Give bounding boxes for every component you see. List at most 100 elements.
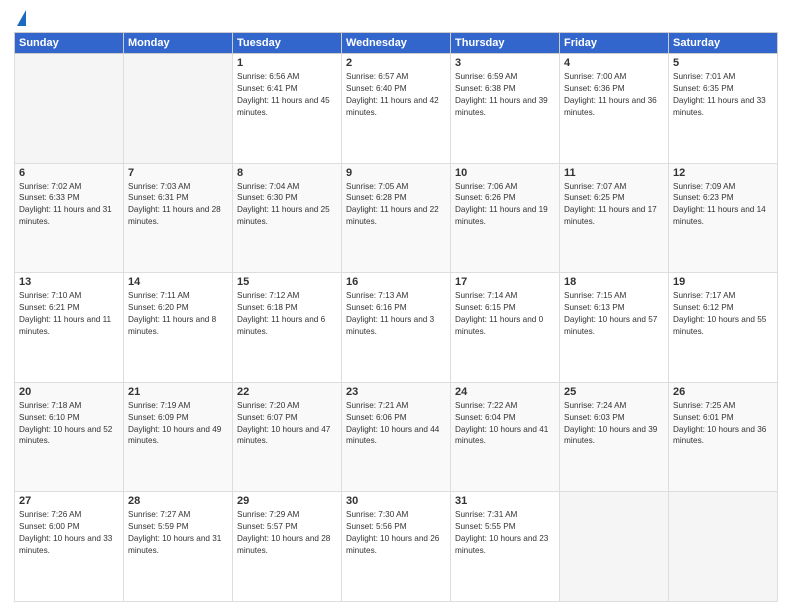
- calendar-cell: 2 Sunrise: 6:57 AMSunset: 6:40 PMDaylight…: [342, 54, 451, 164]
- calendar-cell: 20 Sunrise: 7:18 AMSunset: 6:10 PMDayligh…: [15, 382, 124, 492]
- day-info: Sunrise: 6:59 AMSunset: 6:38 PMDaylight:…: [455, 71, 555, 119]
- calendar-header-row: SundayMondayTuesdayWednesdayThursdayFrid…: [15, 33, 778, 54]
- day-info: Sunrise: 7:06 AMSunset: 6:26 PMDaylight:…: [455, 181, 555, 229]
- calendar-cell: 11 Sunrise: 7:07 AMSunset: 6:25 PMDayligh…: [560, 163, 669, 273]
- day-number: 15: [237, 276, 337, 288]
- week-row: 6 Sunrise: 7:02 AMSunset: 6:33 PMDaylight…: [15, 163, 778, 273]
- calendar-cell: 28 Sunrise: 7:27 AMSunset: 5:59 PMDayligh…: [124, 492, 233, 602]
- header: [14, 10, 778, 24]
- day-info: Sunrise: 7:20 AMSunset: 6:07 PMDaylight:…: [237, 400, 337, 448]
- calendar-cell: 23 Sunrise: 7:21 AMSunset: 6:06 PMDayligh…: [342, 382, 451, 492]
- logo: [14, 10, 26, 24]
- calendar-cell: 17Sunrise: 7:14 AMSunset: 6:15 PMDayligh…: [451, 273, 560, 383]
- day-number: 8: [237, 167, 337, 179]
- day-of-week-header: Saturday: [669, 33, 778, 54]
- week-row: 20 Sunrise: 7:18 AMSunset: 6:10 PMDayligh…: [15, 382, 778, 492]
- calendar-cell: 1 Sunrise: 6:56 AMSunset: 6:41 PMDaylight…: [233, 54, 342, 164]
- day-info: Sunrise: 7:07 AMSunset: 6:25 PMDaylight:…: [564, 181, 664, 229]
- calendar-cell: 12 Sunrise: 7:09 AMSunset: 6:23 PMDayligh…: [669, 163, 778, 273]
- day-number: 30: [346, 495, 446, 507]
- day-info: Sunrise: 7:31 AMSunset: 5:55 PMDaylight:…: [455, 509, 555, 557]
- calendar-cell: [669, 492, 778, 602]
- day-info: Sunrise: 7:13 AMSunset: 6:16 PMDaylight:…: [346, 290, 446, 338]
- day-info: Sunrise: 7:26 AMSunset: 6:00 PMDaylight:…: [19, 509, 119, 557]
- week-row: 1 Sunrise: 6:56 AMSunset: 6:41 PMDaylight…: [15, 54, 778, 164]
- day-number: 19: [673, 276, 773, 288]
- calendar-cell: 29 Sunrise: 7:29 AMSunset: 5:57 PMDayligh…: [233, 492, 342, 602]
- day-info: Sunrise: 7:24 AMSunset: 6:03 PMDaylight:…: [564, 400, 664, 448]
- calendar-cell: 22 Sunrise: 7:20 AMSunset: 6:07 PMDayligh…: [233, 382, 342, 492]
- day-info: Sunrise: 7:03 AMSunset: 6:31 PMDaylight:…: [128, 181, 228, 229]
- calendar-cell: 9 Sunrise: 7:05 AMSunset: 6:28 PMDaylight…: [342, 163, 451, 273]
- day-info: Sunrise: 7:29 AMSunset: 5:57 PMDaylight:…: [237, 509, 337, 557]
- day-of-week-header: Sunday: [15, 33, 124, 54]
- logo-triangle-icon: [17, 10, 26, 26]
- day-number: 24: [455, 386, 555, 398]
- day-info: Sunrise: 7:27 AMSunset: 5:59 PMDaylight:…: [128, 509, 228, 557]
- day-number: 13: [19, 276, 119, 288]
- day-number: 25: [564, 386, 664, 398]
- day-info: Sunrise: 7:11 AMSunset: 6:20 PMDaylight:…: [128, 290, 228, 338]
- day-info: Sunrise: 7:09 AMSunset: 6:23 PMDaylight:…: [673, 181, 773, 229]
- day-info: Sunrise: 7:22 AMSunset: 6:04 PMDaylight:…: [455, 400, 555, 448]
- calendar-cell: 24 Sunrise: 7:22 AMSunset: 6:04 PMDayligh…: [451, 382, 560, 492]
- day-info: Sunrise: 7:04 AMSunset: 6:30 PMDaylight:…: [237, 181, 337, 229]
- day-of-week-header: Tuesday: [233, 33, 342, 54]
- calendar-cell: 5Sunrise: 7:01 AMSunset: 6:35 PMDaylight…: [669, 54, 778, 164]
- day-number: 14: [128, 276, 228, 288]
- calendar-table: SundayMondayTuesdayWednesdayThursdayFrid…: [14, 32, 778, 602]
- day-info: Sunrise: 7:02 AMSunset: 6:33 PMDaylight:…: [19, 181, 119, 229]
- calendar-cell: 3 Sunrise: 6:59 AMSunset: 6:38 PMDaylight…: [451, 54, 560, 164]
- day-info: Sunrise: 6:57 AMSunset: 6:40 PMDaylight:…: [346, 71, 446, 119]
- day-number: 11: [564, 167, 664, 179]
- day-info: Sunrise: 7:05 AMSunset: 6:28 PMDaylight:…: [346, 181, 446, 229]
- day-info: Sunrise: 7:12 AMSunset: 6:18 PMDaylight:…: [237, 290, 337, 338]
- day-number: 29: [237, 495, 337, 507]
- calendar-cell: [560, 492, 669, 602]
- calendar-cell: 26 Sunrise: 7:25 AMSunset: 6:01 PMDayligh…: [669, 382, 778, 492]
- day-info: Sunrise: 7:25 AMSunset: 6:01 PMDaylight:…: [673, 400, 773, 448]
- day-number: 28: [128, 495, 228, 507]
- day-info: Sunrise: 7:17 AMSunset: 6:12 PMDaylight:…: [673, 290, 773, 338]
- day-of-week-header: Thursday: [451, 33, 560, 54]
- day-info: Sunrise: 7:15 AMSunset: 6:13 PMDaylight:…: [564, 290, 664, 338]
- calendar-cell: 27Sunrise: 7:26 AMSunset: 6:00 PMDayligh…: [15, 492, 124, 602]
- day-info: Sunrise: 7:14 AMSunset: 6:15 PMDaylight:…: [455, 290, 555, 338]
- day-info: Sunrise: 7:00 AMSunset: 6:36 PMDaylight:…: [564, 71, 664, 119]
- day-number: 9: [346, 167, 446, 179]
- calendar-cell: 13Sunrise: 7:10 AMSunset: 6:21 PMDayligh…: [15, 273, 124, 383]
- calendar-cell: 19 Sunrise: 7:17 AMSunset: 6:12 PMDayligh…: [669, 273, 778, 383]
- week-row: 27Sunrise: 7:26 AMSunset: 6:00 PMDayligh…: [15, 492, 778, 602]
- day-number: 7: [128, 167, 228, 179]
- day-number: 1: [237, 57, 337, 69]
- day-info: Sunrise: 6:56 AMSunset: 6:41 PMDaylight:…: [237, 71, 337, 119]
- calendar-cell: 21Sunrise: 7:19 AMSunset: 6:09 PMDayligh…: [124, 382, 233, 492]
- day-number: 12: [673, 167, 773, 179]
- day-number: 3: [455, 57, 555, 69]
- calendar-cell: 18 Sunrise: 7:15 AMSunset: 6:13 PMDayligh…: [560, 273, 669, 383]
- day-number: 21: [128, 386, 228, 398]
- day-number: 18: [564, 276, 664, 288]
- day-number: 6: [19, 167, 119, 179]
- day-number: 22: [237, 386, 337, 398]
- day-number: 4: [564, 57, 664, 69]
- day-number: 20: [19, 386, 119, 398]
- day-number: 5: [673, 57, 773, 69]
- day-info: Sunrise: 7:18 AMSunset: 6:10 PMDaylight:…: [19, 400, 119, 448]
- calendar-cell: 25 Sunrise: 7:24 AMSunset: 6:03 PMDayligh…: [560, 382, 669, 492]
- calendar-cell: 30 Sunrise: 7:30 AMSunset: 5:56 PMDayligh…: [342, 492, 451, 602]
- day-info: Sunrise: 7:30 AMSunset: 5:56 PMDaylight:…: [346, 509, 446, 557]
- page: SundayMondayTuesdayWednesdayThursdayFrid…: [0, 0, 792, 612]
- calendar-cell: 31 Sunrise: 7:31 AMSunset: 5:55 PMDayligh…: [451, 492, 560, 602]
- day-info: Sunrise: 7:21 AMSunset: 6:06 PMDaylight:…: [346, 400, 446, 448]
- day-number: 26: [673, 386, 773, 398]
- calendar-cell: 8 Sunrise: 7:04 AMSunset: 6:30 PMDaylight…: [233, 163, 342, 273]
- day-number: 2: [346, 57, 446, 69]
- day-number: 16: [346, 276, 446, 288]
- day-number: 10: [455, 167, 555, 179]
- day-of-week-header: Wednesday: [342, 33, 451, 54]
- day-number: 31: [455, 495, 555, 507]
- day-of-week-header: Friday: [560, 33, 669, 54]
- day-number: 23: [346, 386, 446, 398]
- day-of-week-header: Monday: [124, 33, 233, 54]
